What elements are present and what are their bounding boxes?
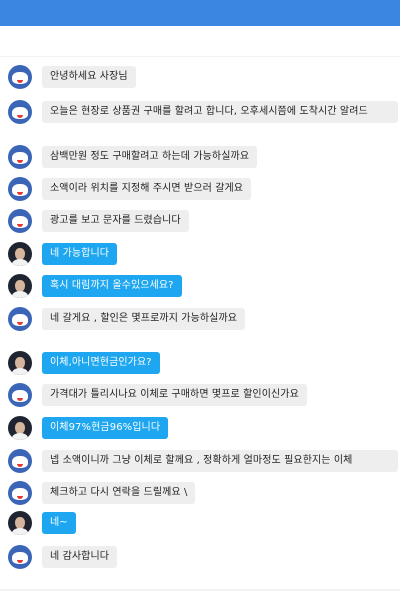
message-row: 네~ bbox=[8, 511, 76, 535]
message-row: 네 갈게요 , 할인은 몇프로까지 가능하실까요 bbox=[8, 307, 246, 331]
message-bubble[interactable]: 네~ bbox=[42, 512, 76, 534]
message-row: 혹시 대림까지 올수있으세요? bbox=[8, 274, 182, 298]
person-photo-avatar-icon[interactable] bbox=[8, 511, 32, 535]
message-row: 넵 소액이니까 그냥 이체로 할께요 , 정확하게 얼마정도 필요한지는 이체 bbox=[8, 449, 398, 473]
cartoon-mascot-avatar-icon[interactable] bbox=[8, 100, 32, 124]
message-row: 가격대가 틀리시나요 이체로 구매하면 몇프로 할인이신가요 bbox=[8, 383, 307, 407]
message-bubble[interactable]: 가격대가 틀리시나요 이체로 구매하면 몇프로 할인이신가요 bbox=[42, 384, 307, 406]
message-row: 네 가능합니다 bbox=[8, 242, 118, 266]
cartoon-mascot-avatar-icon[interactable] bbox=[8, 545, 32, 569]
message-bubble[interactable]: 삼백만원 정도 구매할려고 하는데 가능하실까요 bbox=[42, 146, 258, 168]
person-photo-avatar-icon[interactable] bbox=[8, 242, 32, 266]
message-list[interactable]: 안녕하세요 사장님 오늘은 현장로 상품권 구매를 할려고 합니다, 오후세시쯤… bbox=[0, 56, 400, 591]
cartoon-mascot-avatar-icon[interactable] bbox=[8, 383, 32, 407]
cartoon-mascot-avatar-icon[interactable] bbox=[8, 177, 32, 201]
chat-app-window: 안녕하세요 사장님 오늘은 현장로 상품권 구매를 할려고 합니다, 오후세시쯤… bbox=[0, 0, 400, 591]
message-bubble[interactable]: 체크하고 다시 연락을 드릴께요 \ bbox=[42, 482, 196, 504]
message-row: 체크하고 다시 연락을 드릴께요 \ bbox=[8, 481, 196, 505]
message-row: 이체97%현금96%입니다 bbox=[8, 416, 169, 440]
person-photo-avatar-icon[interactable] bbox=[8, 274, 32, 298]
top-app-bar bbox=[0, 0, 400, 26]
message-row: 네 감사합니다 bbox=[8, 545, 118, 569]
message-bubble[interactable]: 혹시 대림까지 올수있으세요? bbox=[42, 275, 182, 297]
message-bubble[interactable]: 광고를 보고 문자를 드렸습니다 bbox=[42, 210, 189, 232]
message-bubble[interactable]: 넵 소액이니까 그냥 이체로 할께요 , 정확하게 얼마정도 필요한지는 이체 bbox=[42, 450, 398, 472]
cartoon-mascot-avatar-icon[interactable] bbox=[8, 65, 32, 89]
person-photo-avatar-icon[interactable] bbox=[8, 351, 32, 375]
message-row: 오늘은 현장로 상품권 구매를 할려고 합니다, 오후세시쯤에 도착시간 알려드 bbox=[8, 100, 398, 124]
message-bubble[interactable]: 이체,아니면현금인가요? bbox=[42, 352, 160, 374]
message-row: 소액이라 위치를 지정해 주시면 받으러 갈게요 bbox=[8, 177, 252, 201]
message-bubble[interactable]: 오늘은 현장로 상품권 구매를 할려고 합니다, 오후세시쯤에 도착시간 알려드 bbox=[42, 101, 398, 123]
message-bubble[interactable]: 소액이라 위치를 지정해 주시면 받으러 갈게요 bbox=[42, 178, 252, 200]
cartoon-mascot-avatar-icon[interactable] bbox=[8, 449, 32, 473]
person-photo-avatar-icon[interactable] bbox=[8, 416, 32, 440]
cartoon-mascot-avatar-icon[interactable] bbox=[8, 307, 32, 331]
message-row: 광고를 보고 문자를 드렸습니다 bbox=[8, 209, 189, 233]
message-bubble[interactable]: 안녕하세요 사장님 bbox=[42, 66, 136, 88]
message-row: 이체,아니면현금인가요? bbox=[8, 351, 160, 375]
message-bubble[interactable]: 네 감사합니다 bbox=[42, 546, 118, 568]
message-bubble[interactable]: 네 갈게요 , 할인은 몇프로까지 가능하실까요 bbox=[42, 308, 246, 330]
message-row: 삼백만원 정도 구매할려고 하는데 가능하실까요 bbox=[8, 145, 258, 169]
chat-header-area bbox=[0, 26, 400, 57]
cartoon-mascot-avatar-icon[interactable] bbox=[8, 145, 32, 169]
cartoon-mascot-avatar-icon[interactable] bbox=[8, 481, 32, 505]
message-row: 안녕하세요 사장님 bbox=[8, 65, 136, 89]
message-bubble[interactable]: 네 가능합니다 bbox=[42, 243, 118, 265]
cartoon-mascot-avatar-icon[interactable] bbox=[8, 209, 32, 233]
message-bubble[interactable]: 이체97%현금96%입니다 bbox=[42, 417, 169, 439]
